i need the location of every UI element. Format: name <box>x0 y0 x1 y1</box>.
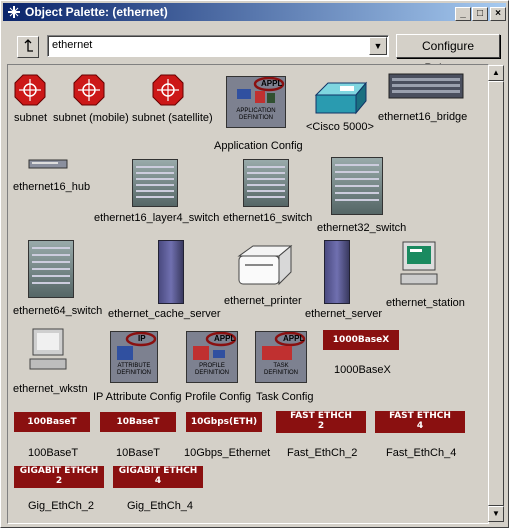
appl-tag: APPL <box>214 334 236 343</box>
gig-ethch-4-link-item[interactable]: GIGABIT ETHCH 4 <box>113 466 203 488</box>
subnet-item[interactable] <box>13 73 47 107</box>
vertical-scrollbar[interactable]: ▲ ▼ <box>488 65 504 522</box>
badge-number: 2 <box>55 476 63 486</box>
badge-title: FAST ETHCH <box>389 411 451 421</box>
object-palette-window: Object Palette: (ethernet) _ □ × etherne… <box>0 0 509 528</box>
window-title: Object Palette: (ethernet) <box>25 5 168 19</box>
item-label: ethernet_wkstn <box>13 383 88 395</box>
subnet-icon <box>14 74 46 106</box>
item-label: 10Gbps_Ethernet <box>184 447 271 459</box>
item-label: Fast_EthCh_2 <box>287 447 358 459</box>
icon-caption: ATTRIBUTE DEFINITION <box>117 363 151 376</box>
scroll-down-button[interactable]: ▼ <box>488 506 504 522</box>
palette-filter-value: ethernet <box>52 39 93 51</box>
close-button[interactable]: × <box>490 7 506 21</box>
badge-number: 2 <box>317 421 325 431</box>
badge-title: GIGABIT ETHCH <box>118 466 198 476</box>
ip-attribute-config-item[interactable]: IP ATTRIBUTE DEFINITION <box>110 331 158 383</box>
fast-ethch-4-link-item[interactable]: FAST ETHCH 4 <box>375 411 465 433</box>
subnet-mobile-icon <box>73 74 105 106</box>
cisco-5000-item[interactable] <box>312 79 368 117</box>
fast-ethch-2-link-item[interactable]: FAST ETHCH 2 <box>276 411 366 433</box>
appl-tag: APPL <box>283 334 305 343</box>
item-label: ethernet_printer <box>224 295 302 307</box>
opnet-app-icon <box>8 6 20 18</box>
1000basex-link-item[interactable]: 1000BaseX <box>323 330 399 350</box>
item-label: Gig_EthCh_2 <box>28 500 95 512</box>
scroll-thumb[interactable] <box>488 81 504 506</box>
item-label: 1000BaseX <box>334 364 391 376</box>
item-label: ethernet16_hub <box>13 181 91 193</box>
up-level-button[interactable] <box>17 36 39 58</box>
item-label: Task Config <box>256 391 314 403</box>
ethernet-station-item[interactable] <box>400 240 438 286</box>
item-label: Gig_EthCh_4 <box>127 500 194 512</box>
hub-icon <box>28 159 68 169</box>
scroll-up-button[interactable]: ▲ <box>488 65 504 81</box>
item-label: IP Attribute Config <box>93 391 182 403</box>
item-label: ethernet16_bridge <box>378 111 468 123</box>
gig-ethch-2-link-item[interactable]: GIGABIT ETHCH 2 <box>14 466 104 488</box>
up-arrow-icon <box>24 39 33 52</box>
ethernet-cache-server-item[interactable] <box>158 240 184 304</box>
palette-filter-dropdown[interactable]: ethernet ▼ <box>47 35 389 57</box>
item-label: ethernet16_layer4_switch <box>94 212 220 224</box>
cisco-switch-icon <box>314 81 368 115</box>
10baset-link-item[interactable]: 10BaseT <box>100 412 176 432</box>
ethernet32-switch-item[interactable] <box>331 157 383 215</box>
icon-caption: TASK DEFINITION <box>264 363 298 376</box>
item-label: Fast_EthCh_4 <box>386 447 457 459</box>
ethernet-wkstn-item[interactable] <box>28 327 68 371</box>
icon-caption: APPLICATION DEFINITION <box>236 108 276 121</box>
workstation-icon <box>400 241 438 285</box>
printer-icon <box>237 244 293 286</box>
application-config-item[interactable]: APPL APPLICATION DEFINITION <box>226 76 286 128</box>
minimize-button[interactable]: _ <box>455 7 471 21</box>
configure-palette-button[interactable]: Configure Palette... <box>396 34 500 75</box>
item-label: Application Config <box>214 140 303 152</box>
item-label: subnet (satellite) <box>132 112 213 124</box>
palette-object-area: subnet subnet (mobile) subnet (satellite… <box>7 64 489 524</box>
appl-tag: APPL <box>261 79 283 88</box>
item-label: 10BaseT <box>116 447 161 459</box>
chevron-down-icon[interactable]: ▼ <box>369 37 387 55</box>
badge-title: FAST ETHCH <box>290 411 352 421</box>
ethernet-server-item[interactable] <box>324 240 350 304</box>
item-label: ethernet32_switch <box>317 222 407 234</box>
maximize-button[interactable]: □ <box>472 7 488 21</box>
badge-title: GIGABIT ETHCH <box>19 466 99 476</box>
10gbps-ethernet-link-item[interactable]: 10Gbps(ETH) <box>186 412 262 432</box>
task-config-item[interactable]: APPL TASK DEFINITION <box>255 331 307 383</box>
ethernet64-switch-item[interactable] <box>28 240 74 298</box>
ip-tag: IP <box>138 334 146 343</box>
subnet-satellite-icon <box>152 74 184 106</box>
item-label: subnet <box>14 112 48 124</box>
item-label: ethernet16_switch <box>223 212 313 224</box>
ethernet16-layer4-switch-item[interactable] <box>132 159 178 207</box>
subnet-satellite-item[interactable] <box>151 73 185 107</box>
icon-caption: PROFILE DEFINITION <box>195 363 229 376</box>
profile-config-item[interactable]: APPL PROFILE DEFINITION <box>186 331 238 383</box>
item-label: 100BaseT <box>28 447 79 459</box>
item-label: Profile Config <box>185 391 252 403</box>
item-label: ethernet64_switch <box>13 305 103 317</box>
ethernet16-switch-item[interactable] <box>243 159 289 207</box>
item-label: <Cisco 5000> <box>306 121 374 133</box>
ethernet-printer-item[interactable] <box>233 242 295 288</box>
ethernet16-hub-item[interactable] <box>28 159 68 169</box>
bridge-icon <box>388 73 464 99</box>
item-label: ethernet_station <box>386 297 465 309</box>
subnet-mobile-item[interactable] <box>72 73 106 107</box>
item-label: ethernet_cache_server <box>108 308 221 320</box>
item-label: subnet (mobile) <box>53 112 129 124</box>
pc-icon <box>29 328 67 370</box>
item-label: ethernet_server <box>305 308 383 320</box>
palette-toolbar: ethernet ▼ Configure Palette... <box>3 23 506 75</box>
title-bar[interactable]: Object Palette: (ethernet) _ □ × <box>3 3 506 21</box>
ethernet16-bridge-item[interactable] <box>388 73 464 99</box>
badge-number: 4 <box>154 476 162 486</box>
badge-number: 4 <box>416 421 424 431</box>
100baset-link-item[interactable]: 100BaseT <box>14 412 90 432</box>
